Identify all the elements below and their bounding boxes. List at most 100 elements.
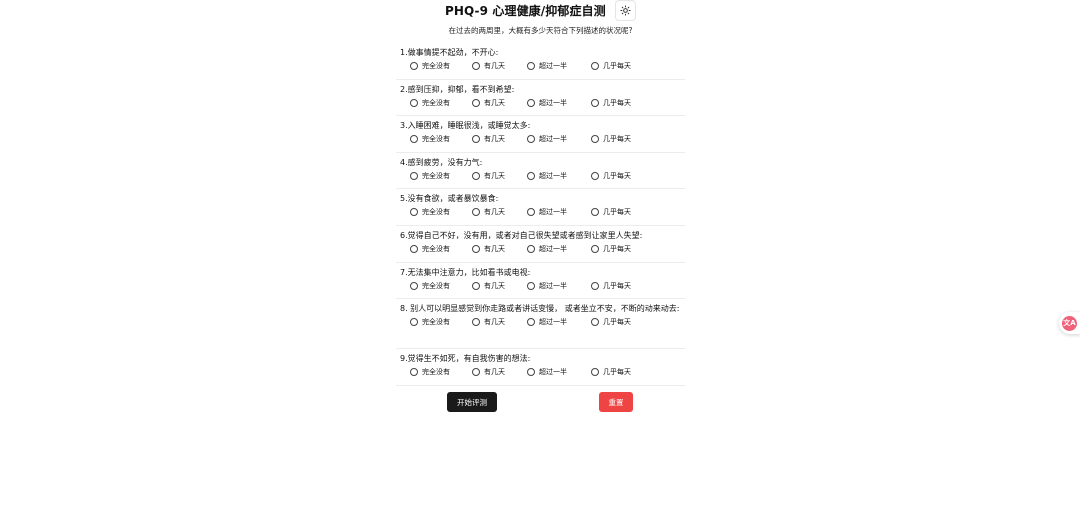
option-label: 有几天 [484, 98, 505, 107]
radio-button[interactable] [591, 368, 599, 377]
option-label: 几乎每天 [603, 318, 631, 327]
radio-button[interactable] [410, 368, 418, 377]
radio-button[interactable] [527, 281, 535, 290]
radio-button[interactable] [472, 98, 480, 107]
radio-button[interactable] [472, 62, 480, 70]
answer-option[interactable]: 有几天 [472, 316, 505, 328]
question-item: 7.无法集中注意力，比如看书或电视: 完全没有 有几天 超过一半 几乎每天 [396, 263, 685, 300]
question-item: 3.入睡困难，睡眠很浅，或睡觉太多: 完全没有 有几天 超过一半 几乎每天 [396, 116, 685, 153]
radio-button[interactable] [527, 135, 535, 144]
option-label: 有几天 [484, 62, 505, 70]
answer-option[interactable]: 完全没有 [410, 316, 450, 328]
answer-option[interactable]: 几乎每天 [591, 366, 631, 378]
start-assessment-button[interactable]: 开始评测 [447, 392, 497, 412]
radio-button[interactable] [410, 318, 418, 327]
radio-button[interactable] [410, 171, 418, 180]
answer-option[interactable]: 几乎每天 [591, 243, 631, 255]
radio-button[interactable] [472, 318, 480, 327]
answer-option[interactable]: 完全没有 [410, 133, 450, 145]
answer-option[interactable]: 几乎每天 [591, 280, 631, 292]
answer-option[interactable]: 完全没有 [410, 97, 450, 109]
radio-button[interactable] [410, 244, 418, 253]
radio-button[interactable] [527, 171, 535, 180]
answer-option[interactable]: 几乎每天 [591, 170, 631, 182]
answer-option[interactable]: 超过一半 [527, 366, 567, 378]
radio-button[interactable] [591, 208, 599, 217]
answer-option[interactable]: 几乎每天 [591, 133, 631, 145]
radio-button[interactable] [410, 208, 418, 217]
answer-option[interactable]: 超过一半 [527, 206, 567, 218]
option-label: 有几天 [484, 281, 505, 290]
radio-button[interactable] [591, 62, 599, 70]
answer-option[interactable]: 超过一半 [527, 243, 567, 255]
answer-option[interactable]: 有几天 [472, 97, 505, 109]
answer-option[interactable]: 几乎每天 [591, 97, 631, 109]
answer-option[interactable]: 有几天 [472, 366, 505, 378]
radio-button[interactable] [527, 368, 535, 377]
answer-option[interactable]: 几乎每天 [591, 206, 631, 218]
answer-option[interactable]: 完全没有 [410, 280, 450, 292]
radio-button[interactable] [527, 208, 535, 217]
option-label: 超过一半 [539, 208, 567, 217]
question-item: 9.觉得生不如死，有自我伤害的想法: 完全没有 有几天 超过一半 几乎每天 [396, 349, 685, 386]
question-item: 6.觉得自己不好，没有用，或者对自己很失望或者感到让家里人失望: 完全没有 有几天 超… [396, 226, 685, 263]
instructions: 在过去的两周里，大概有多少天符合下列描述的状况呢? [448, 26, 633, 35]
answer-option[interactable]: 有几天 [472, 170, 505, 182]
answer-option[interactable]: 超过一半 [527, 60, 567, 72]
option-label: 完全没有 [422, 208, 450, 217]
radio-button[interactable] [591, 98, 599, 107]
radio-button[interactable] [591, 171, 599, 180]
answer-option[interactable]: 有几天 [472, 133, 505, 145]
radio-button[interactable] [527, 318, 535, 327]
option-label: 有几天 [484, 135, 505, 144]
answer-option[interactable]: 有几天 [472, 243, 505, 255]
answer-options: 完全没有 有几天 超过一半 几乎每天 [400, 243, 685, 257]
question-list: 1.做事情提不起劲，不开心: 完全没有 有几天 超过一半 几乎每天 2.感到压抑，抑郁，看… [396, 43, 685, 386]
answer-option[interactable]: 完全没有 [410, 60, 450, 72]
radio-button[interactable] [472, 368, 480, 377]
radio-button[interactable] [410, 62, 418, 70]
reset-button[interactable]: 重置 [599, 392, 633, 412]
option-label: 超过一半 [539, 135, 567, 144]
radio-button[interactable] [591, 135, 599, 144]
answer-option[interactable]: 有几天 [472, 280, 505, 292]
header: PHQ-9 心理健康/抑郁症自测 [396, 0, 685, 22]
form-actions: 开始评测 重置 [396, 392, 685, 412]
answer-option[interactable]: 超过一半 [527, 97, 567, 109]
answer-option[interactable]: 完全没有 [410, 243, 450, 255]
radio-button[interactable] [472, 244, 480, 253]
theme-toggle-button[interactable] [615, 0, 636, 21]
radio-button[interactable] [472, 281, 480, 290]
answer-option[interactable]: 超过一半 [527, 133, 567, 145]
option-label: 超过一半 [539, 281, 567, 290]
answer-option[interactable]: 几乎每天 [591, 316, 631, 328]
answer-option[interactable]: 完全没有 [410, 170, 450, 182]
radio-button[interactable] [591, 281, 599, 290]
option-label: 超过一半 [539, 368, 567, 377]
answer-option[interactable]: 超过一半 [527, 316, 567, 328]
answer-option[interactable]: 几乎每天 [591, 60, 631, 72]
radio-button[interactable] [591, 318, 599, 327]
option-label: 完全没有 [422, 62, 450, 70]
radio-button[interactable] [591, 244, 599, 253]
radio-button[interactable] [527, 62, 535, 70]
radio-button[interactable] [472, 171, 480, 180]
floating-translate-widget[interactable]: 文A [1059, 312, 1080, 334]
radio-button[interactable] [527, 98, 535, 107]
radio-button[interactable] [527, 244, 535, 253]
radio-button[interactable] [472, 135, 480, 144]
option-label: 超过一半 [539, 244, 567, 253]
radio-button[interactable] [472, 208, 480, 217]
answer-option[interactable]: 有几天 [472, 60, 505, 72]
radio-button[interactable] [410, 98, 418, 107]
answer-option[interactable]: 超过一半 [527, 280, 567, 292]
answer-option[interactable]: 有几天 [472, 206, 505, 218]
radio-button[interactable] [410, 135, 418, 144]
answer-option[interactable]: 完全没有 [410, 206, 450, 218]
question-text: 1.做事情提不起劲，不开心: [400, 48, 499, 57]
radio-button[interactable] [410, 281, 418, 290]
answer-option[interactable]: 完全没有 [410, 366, 450, 378]
option-label: 超过一半 [539, 62, 567, 70]
answer-option[interactable]: 超过一半 [527, 170, 567, 182]
question-text: 8. 别人可以明显感觉到你走路或者讲话变慢， 或者坐立不安，不断的动来动去: [400, 304, 680, 314]
